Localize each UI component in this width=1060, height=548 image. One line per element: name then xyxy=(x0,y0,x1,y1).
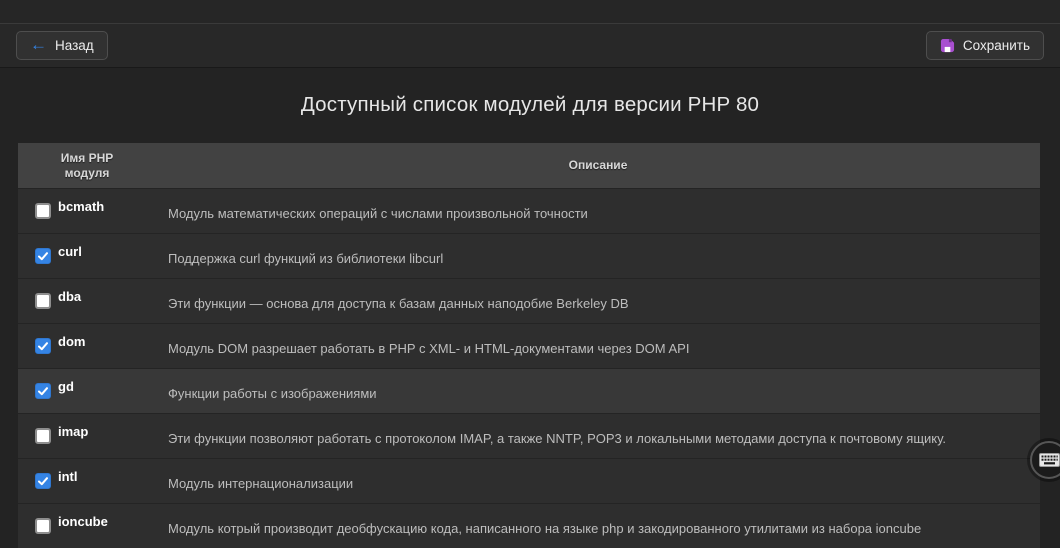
module-name-cell: intl xyxy=(18,473,156,489)
module-name-cell: curl xyxy=(18,248,156,264)
module-description: Поддержка curl функций из библиотеки lib… xyxy=(156,251,1040,266)
module-description: Модуль DOM разрешает работать в PHP с XM… xyxy=(156,341,1040,356)
module-checkbox[interactable] xyxy=(35,293,51,309)
module-checkbox[interactable] xyxy=(35,518,51,534)
table-row: dom Модуль DOM разрешает работать в PHP … xyxy=(18,323,1040,368)
module-name: imap xyxy=(58,424,88,439)
module-name-cell: bcmath xyxy=(18,203,156,219)
module-name-cell: dom xyxy=(18,338,156,354)
module-checkbox[interactable] xyxy=(35,203,51,219)
module-description: Функции работы с изображениями xyxy=(156,386,1040,401)
back-button-label: Назад xyxy=(55,38,94,53)
module-description: Модуль математических операций с числами… xyxy=(156,206,1040,221)
table-row: intl Модуль интернационализации xyxy=(18,458,1040,503)
keyboard-icon xyxy=(1039,453,1060,467)
module-checkbox[interactable] xyxy=(35,338,51,354)
toolbar: ← Назад Сохранить xyxy=(0,24,1060,68)
module-name: dba xyxy=(58,289,81,304)
table-row: dba Эти функции — основа для доступа к б… xyxy=(18,278,1040,323)
module-name: gd xyxy=(58,379,74,394)
module-description: Эти функции позволяют работать с протоко… xyxy=(156,431,1040,446)
module-name: curl xyxy=(58,244,82,259)
table-row: imap Эти функции позволяют работать с пр… xyxy=(18,413,1040,458)
header-description: Описание xyxy=(156,158,1040,172)
table-row: bcmath Модуль математических операций с … xyxy=(18,188,1040,233)
module-checkbox[interactable] xyxy=(35,383,51,399)
table-row: curl Поддержка curl функций из библиотек… xyxy=(18,233,1040,278)
table-row: gd Функции работы с изображениями xyxy=(18,368,1040,413)
floppy-disk-icon xyxy=(940,38,955,53)
module-description: Эти функции — основа для доступа к базам… xyxy=(156,296,1040,311)
modules-table: Имя PHP модуля Описание bcmath Модуль ма… xyxy=(18,143,1040,548)
table-body: bcmath Модуль математических операций с … xyxy=(18,188,1040,548)
window-top-strip xyxy=(0,0,1060,24)
module-checkbox[interactable] xyxy=(35,428,51,444)
module-name-cell: dba xyxy=(18,293,156,309)
module-description: Модуль котрый производит деобфускацию ко… xyxy=(156,521,1040,536)
module-name-cell: imap xyxy=(18,428,156,444)
table-row: ioncube Модуль котрый производит деобфус… xyxy=(18,503,1040,548)
module-name-cell: ioncube xyxy=(18,518,156,534)
module-description: Модуль интернационализации xyxy=(156,476,1040,491)
left-arrow-icon: ← xyxy=(30,36,47,53)
save-button[interactable]: Сохранить xyxy=(926,31,1044,60)
page-title: Доступный список модулей для версии PHP … xyxy=(0,93,1060,117)
header-module-name: Имя PHP модуля xyxy=(18,151,156,180)
table-header: Имя PHP модуля Описание xyxy=(18,143,1040,188)
module-name: bcmath xyxy=(58,199,104,214)
module-name: intl xyxy=(58,469,78,484)
virtual-keyboard-button[interactable] xyxy=(1030,441,1060,479)
module-name: dom xyxy=(58,334,85,349)
module-name-cell: gd xyxy=(18,383,156,399)
save-button-label: Сохранить xyxy=(963,38,1030,53)
module-checkbox[interactable] xyxy=(35,473,51,489)
module-checkbox[interactable] xyxy=(35,248,51,264)
back-button[interactable]: ← Назад xyxy=(16,31,108,60)
module-name: ioncube xyxy=(58,514,108,529)
